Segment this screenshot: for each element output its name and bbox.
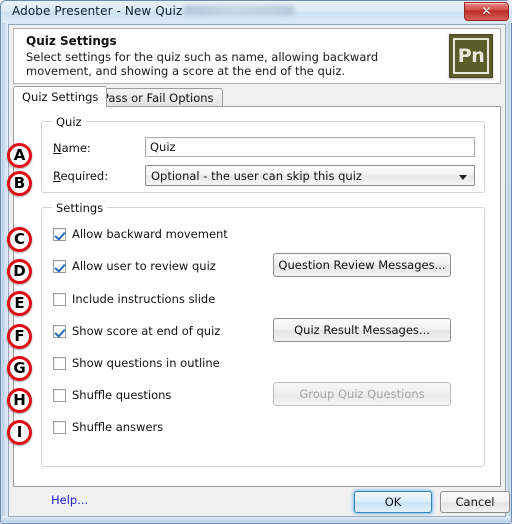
checkbox-show-score-at-end-of-quiz-label: Show score at end of quiz [72,324,221,338]
title-blur-redaction [184,5,294,15]
annotation-badge-d: D [7,259,32,284]
group-quiz-legend: Quiz [52,115,86,129]
dialog-client-area: Quiz Settings Select settings for the qu… [8,24,510,517]
name-label-accel: N [53,141,62,155]
checkbox-shuffle-questions-label: Shuffle questions [72,388,172,402]
chevron-down-icon [459,175,467,180]
page-description: Select settings for the quiz such as nam… [26,50,379,78]
dialog-footer: Help... OK Cancel [13,489,510,514]
window-title: Adobe Presenter - New Quiz [12,4,183,18]
checkbox-include-instructions-slide[interactable] [53,293,66,306]
required-dropdown-value: Optional - the user can skip this quiz [151,169,362,183]
title-bar[interactable]: Adobe Presenter - New Quiz ✕ [1,1,512,23]
checkbox-show-questions-in-outline-label: Show questions in outline [72,356,220,370]
tab-pass-or-fail-options[interactable]: Pass or Fail Options [93,88,223,107]
required-label-rest: equired: [60,169,109,183]
annotation-badge-e: E [7,291,32,316]
checkbox-shuffle-questions[interactable] [53,389,66,402]
checkbox-allow-backward-movement[interactable] [53,228,66,241]
presenter-logo-text: Pn [453,38,489,74]
ok-button-label: OK [384,495,402,509]
name-label-rest: ame: [61,141,91,155]
annotation-badge-c: C [7,227,32,252]
ok-button[interactable]: OK [354,491,432,513]
annotation-badge-h: H [7,388,32,413]
page-title: Quiz Settings [26,34,117,48]
checkbox-shuffle-answers[interactable] [53,421,66,434]
question-review-messages-label: Question Review Messages... [278,258,446,272]
checkbox-allow-user-to-review-quiz[interactable] [53,260,66,273]
dialog-window: Adobe Presenter - New Quiz ✕ Quiz Settin… [0,0,512,524]
checkbox-show-score-at-end-of-quiz[interactable] [53,325,66,338]
checkbox-allow-user-to-review-quiz-label: Allow user to review quiz [72,259,216,273]
checkbox-show-questions-in-outline[interactable] [53,357,66,370]
cancel-button[interactable]: Cancel [440,491,510,513]
tab-quiz-settings-label: Quiz Settings [22,90,99,104]
group-settings: Settings Allow backward movement Allow u… [41,201,485,467]
group-quiz-questions-label: Group Quiz Questions [299,387,425,401]
annotation-badge-i: I [7,420,32,445]
annotation-badge-f: F [7,324,32,349]
cancel-button-label: Cancel [455,495,495,509]
tab-strip: Quiz Settings Pass or Fail Options [13,86,501,107]
close-button[interactable]: ✕ [464,2,509,21]
tab-panel-quiz-settings: Quiz Name: Required: Optional - the user… [13,106,501,487]
close-icon: ✕ [481,4,492,18]
group-settings-legend: Settings [52,201,108,215]
help-link[interactable]: Help... [51,493,88,507]
checkbox-shuffle-answers-label: Shuffle answers [72,420,164,434]
quiz-result-messages-button[interactable]: Quiz Result Messages... [273,318,451,342]
annotation-badge-b: B [7,171,32,196]
question-review-messages-button[interactable]: Question Review Messages... [273,253,451,277]
presenter-logo: Pn [449,34,493,78]
checkbox-allow-backward-movement-label: Allow backward movement [72,227,228,241]
quiz-result-messages-label: Quiz Result Messages... [294,323,430,337]
checkbox-include-instructions-slide-label: Include instructions slide [72,292,216,306]
annotation-badge-g: G [7,356,32,381]
required-label: Required: [53,169,108,183]
header-banner: Quiz Settings Select settings for the qu… [13,28,501,84]
group-quiz: Quiz Name: Required: Optional - the user… [41,115,485,193]
required-dropdown[interactable]: Optional - the user can skip this quiz [145,165,475,186]
tab-quiz-settings[interactable]: Quiz Settings [13,86,108,107]
annotation-badge-a: A [7,143,32,168]
quiz-name-input[interactable] [145,137,475,157]
group-quiz-questions-button: Group Quiz Questions [273,382,451,406]
name-label: Name: [53,141,91,155]
tab-pass-or-fail-options-label: Pass or Fail Options [102,91,214,105]
